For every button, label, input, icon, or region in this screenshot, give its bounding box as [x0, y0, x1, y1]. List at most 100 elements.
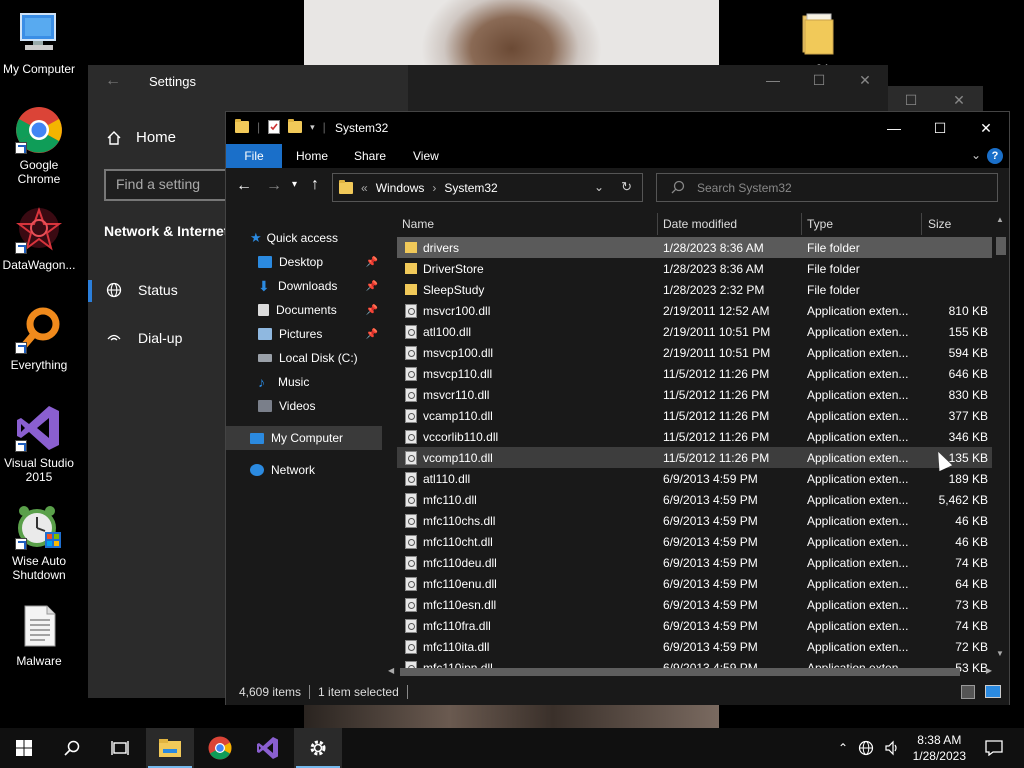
minimize-button[interactable]: — [871, 112, 917, 144]
address-dropdown-icon[interactable]: ⌄ [594, 180, 604, 194]
file-row[interactable]: vcomp110.dll 11/5/2012 11:26 PM Applicatio… [397, 447, 992, 468]
nav-item-pictures[interactable]: Pictures 📌 [226, 322, 382, 346]
maximize-icon[interactable]: ☐ [796, 65, 842, 95]
horizontal-scroll-thumb[interactable] [400, 668, 960, 676]
vertical-scrollbar[interactable]: ▲ ▼ [994, 213, 1008, 658]
maximize-icon[interactable]: ☐ [888, 86, 934, 114]
clock[interactable]: 8:38 AM 1/28/2023 [913, 732, 966, 764]
search-button[interactable] [48, 728, 96, 768]
pin-icon[interactable]: 📌 [366, 329, 378, 340]
close-icon[interactable]: ✕ [842, 65, 888, 95]
column-separator[interactable] [921, 213, 922, 235]
close-button[interactable]: ✕ [963, 112, 1009, 144]
tab-share[interactable]: Share [340, 144, 400, 168]
nav-item-documents[interactable]: Documents 📌 [226, 298, 382, 322]
pin-icon[interactable]: 📌 [366, 305, 378, 316]
settings-search-input[interactable]: Find a setting [104, 169, 229, 201]
nav-item-my-computer[interactable]: My Computer [226, 426, 382, 450]
file-row[interactable]: msvcr110.dll 11/5/2012 11:26 PM Applicatio… [397, 384, 992, 405]
nav-item-desktop[interactable]: Desktop 📌 [226, 250, 382, 274]
close-icon[interactable]: ✕ [936, 86, 982, 114]
column-header-type[interactable]: Type [807, 213, 833, 235]
nav-item-network[interactable]: Network [226, 458, 382, 482]
refresh-icon[interactable]: ↻ [621, 179, 632, 195]
network-globe-icon[interactable] [858, 740, 874, 756]
action-center-button[interactable] [970, 728, 1018, 768]
new-folder-icon[interactable] [288, 119, 303, 133]
column-header-name[interactable]: Name [402, 213, 434, 235]
desktop-icon-malware[interactable]: Malware [0, 602, 78, 668]
tab-file[interactable]: File [226, 144, 282, 168]
nav-item-music[interactable]: ♪ Music [226, 370, 382, 394]
start-button[interactable] [0, 728, 48, 768]
recent-locations-chevron-icon[interactable]: ▾ [292, 179, 297, 190]
maximize-button[interactable]: ☐ [917, 112, 963, 144]
address-bar[interactable]: « Windows › System32 ⌄ ↻ [332, 173, 643, 202]
back-arrow-icon[interactable]: ← [105, 72, 121, 90]
expand-ribbon-chevron-icon[interactable]: ⌄ [971, 148, 981, 162]
desktop-icon-visual-studio[interactable]: Visual Studio 2015 [0, 404, 78, 484]
file-row[interactable]: mfc110ita.dll 6/9/2013 4:59 PM Application… [397, 636, 992, 657]
desktop-icon-wise-auto-shutdown[interactable]: Wise Auto Shutdown [0, 502, 78, 582]
file-row[interactable]: DriverStore 1/28/2023 8:36 AM File folder [397, 258, 992, 279]
volume-icon[interactable] [884, 740, 900, 756]
column-header-size[interactable]: Size [928, 213, 951, 235]
up-button[interactable]: ↑ [311, 176, 319, 194]
scroll-right-icon[interactable]: ▶ [986, 666, 992, 675]
nav-item-local-disk[interactable]: Local Disk (C:) [226, 346, 382, 370]
properties-icon[interactable] [268, 120, 281, 134]
scroll-left-icon[interactable]: ◀ [388, 666, 394, 675]
file-row[interactable]: mfc110enu.dll 6/9/2013 4:59 PM Application… [397, 573, 992, 594]
nav-item-quick-access[interactable]: ★ Quick access [226, 226, 382, 250]
file-row[interactable]: vcamp110.dll 11/5/2012 11:26 PM Applicatio… [397, 405, 992, 426]
tab-home[interactable]: Home [282, 144, 342, 168]
nav-item-downloads[interactable]: ⬇ Downloads 📌 [226, 274, 382, 298]
search-box[interactable]: Search System32 [656, 173, 998, 202]
desktop-icon-everything[interactable]: Everything [0, 306, 78, 372]
back-button[interactable]: ← [236, 177, 252, 195]
file-row[interactable]: mfc110fra.dll 6/9/2013 4:59 PM Application… [397, 615, 992, 636]
file-row[interactable]: mfc110chs.dll 6/9/2013 4:59 PM Application… [397, 510, 992, 531]
vertical-scroll-thumb[interactable] [996, 237, 1006, 255]
file-row[interactable]: atl110.dll 6/9/2013 4:59 PM Application ex… [397, 468, 992, 489]
desktop-icon-x64-folder[interactable]: x64 [780, 10, 858, 70]
details-view-icon[interactable] [961, 685, 975, 699]
file-row[interactable]: drivers 1/28/2023 8:36 AM File folder [397, 237, 992, 258]
scroll-down-icon[interactable]: ▼ [996, 649, 1004, 658]
tab-view[interactable]: View [399, 144, 453, 168]
file-row[interactable]: msvcp100.dll 2/19/2011 10:51 PM Applicatio… [397, 342, 992, 363]
pin-icon[interactable]: 📌 [366, 281, 378, 292]
file-row[interactable]: mfc110deu.dll 6/9/2013 4:59 PM Application… [397, 552, 992, 573]
taskbar-file-explorer[interactable] [146, 728, 194, 768]
forward-button[interactable]: → [266, 177, 282, 195]
file-row[interactable]: mfc110cht.dll 6/9/2013 4:59 PM Application… [397, 531, 992, 552]
scroll-up-icon[interactable]: ▲ [996, 215, 1004, 224]
settings-home-link[interactable]: Home [106, 129, 176, 146]
nav-item-videos[interactable]: Videos [226, 394, 382, 418]
breadcrumb-windows[interactable]: Windows [376, 181, 425, 195]
file-row[interactable]: mfc110.dll 6/9/2013 4:59 PM Application ex… [397, 489, 992, 510]
help-icon[interactable]: ? [987, 148, 1003, 164]
desktop-icon-my-computer[interactable]: My Computer [0, 10, 78, 76]
breadcrumb-overflow[interactable]: « [361, 181, 368, 195]
breadcrumb-system32[interactable]: System32 [444, 181, 497, 195]
taskbar-settings[interactable] [294, 728, 342, 768]
column-separator[interactable] [657, 213, 658, 235]
taskbar-visual-studio[interactable] [244, 728, 292, 768]
file-row[interactable]: mfc110esn.dll 6/9/2013 4:59 PM Application… [397, 594, 992, 615]
customize-toolbar-chevron-icon[interactable]: ▾ [310, 122, 315, 133]
pin-icon[interactable]: 📌 [366, 257, 378, 268]
settings-nav-dial-up[interactable]: Dial-up [88, 320, 228, 356]
horizontal-scrollbar[interactable]: ◀ ▶ [386, 665, 994, 679]
settings-nav-status[interactable]: Status [88, 272, 228, 308]
large-icons-view-icon[interactable] [985, 685, 1001, 698]
desktop-icon-datawagon[interactable]: DataWagon... [0, 206, 78, 272]
minimize-icon[interactable]: — [750, 65, 796, 95]
task-view-button[interactable] [96, 728, 144, 768]
file-row[interactable]: vccorlib110.dll 11/5/2012 11:26 PM Applica… [397, 426, 992, 447]
file-row[interactable]: msvcr100.dll 2/19/2011 12:52 AM Applicatio… [397, 300, 992, 321]
file-row[interactable]: SleepStudy 1/28/2023 2:32 PM File folder [397, 279, 992, 300]
taskbar-chrome[interactable] [196, 728, 244, 768]
desktop-icon-google-chrome[interactable]: Google Chrome [0, 106, 78, 186]
show-hidden-icons-chevron-icon[interactable]: ⌃ [838, 741, 848, 755]
